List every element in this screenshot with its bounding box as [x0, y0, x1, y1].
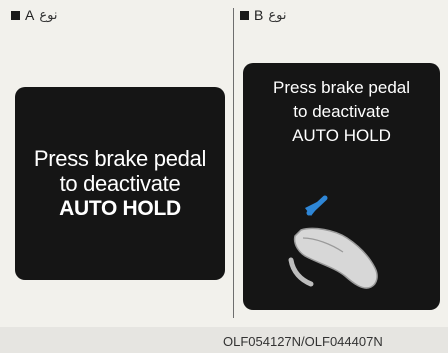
type-a-header: A نوع: [11, 0, 57, 30]
type-a-display: Press brake pedal to deactivate AUTO HOL…: [15, 87, 225, 280]
arrow-icon: [305, 195, 328, 216]
panel-divider: [233, 8, 234, 318]
type-b-display: Press brake pedal to deactivate AUTO HOL…: [243, 63, 440, 310]
type-a-label: نوع: [39, 7, 58, 23]
figure-code: OLF054127N/OLF044407N: [223, 334, 383, 349]
type-a-message-line3: AUTO HOLD: [59, 197, 181, 220]
type-a-message: Press brake pedal to deactivate AUTO HOL…: [33, 146, 207, 221]
type-a-message-line2: to deactivate: [59, 171, 181, 196]
type-b-message: Press brake pedal to deactivate AUTO HOL…: [243, 76, 440, 148]
type-b-letter: B: [254, 7, 264, 23]
type-b-message-line3: AUTO HOLD: [292, 126, 391, 145]
type-b-header: B نوع: [240, 0, 286, 30]
type-a-letter: A: [25, 7, 35, 23]
footer-bar: OLF054127N/OLF044407N: [0, 327, 448, 353]
type-a-message-line1: Press brake pedal: [33, 146, 207, 171]
brake-pedal-icon: [288, 195, 378, 289]
black-square-icon: [240, 10, 249, 20]
black-square-icon: [11, 10, 20, 20]
type-b-label: نوع: [268, 7, 287, 23]
type-b-message-line2: to deactivate: [293, 102, 390, 121]
type-b-message-line1: Press brake pedal: [272, 78, 411, 97]
